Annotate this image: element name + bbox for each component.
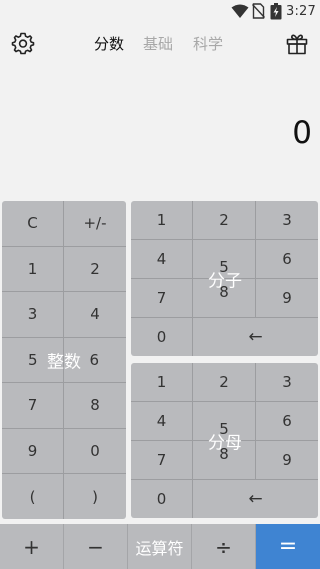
no-sim-icon — [252, 3, 265, 19]
denominator-key-0[interactable]: 0 — [131, 480, 193, 518]
denominator-key-7[interactable]: 7 — [131, 441, 193, 480]
plus-button[interactable]: + — [0, 524, 64, 569]
status-time: 3:27 — [286, 4, 316, 19]
integer-key-0[interactable]: 0 — [64, 429, 126, 474]
operators-label: 运算符 — [128, 524, 192, 569]
tab-fraction[interactable]: 分数 — [94, 34, 124, 54]
battery-charging-icon — [270, 3, 282, 20]
numerator-backspace-button[interactable]: ← — [193, 318, 318, 356]
gift-icon[interactable] — [285, 32, 309, 56]
numerator-key-6[interactable]: 6 — [256, 240, 318, 279]
integer-key-8[interactable]: 8 — [64, 383, 126, 429]
integer-keypad: C +/- 1 2 3 4 5 6 7 8 9 0 ( ) 整数 — [2, 201, 126, 519]
integer-key-7[interactable]: 7 — [2, 383, 64, 429]
toggle-sign-button[interactable]: +/- — [64, 201, 126, 247]
numerator-key-9[interactable]: 9 — [256, 279, 318, 318]
numerator-key-2[interactable]: 2 — [193, 201, 256, 240]
denominator-backspace-button[interactable]: ← — [193, 480, 318, 518]
numerator-pad-label: 分子 — [208, 271, 242, 292]
numerator-key-3[interactable]: 3 — [256, 201, 318, 240]
numerator-key-1[interactable]: 1 — [131, 201, 193, 240]
denominator-key-6[interactable]: 6 — [256, 402, 318, 441]
integer-pad-label: 整数 — [47, 352, 81, 373]
denominator-key-3[interactable]: 3 — [256, 363, 318, 402]
numerator-key-0[interactable]: 0 — [131, 318, 193, 356]
mode-tabs: 分数 基础 科学 — [0, 34, 320, 54]
equals-button[interactable]: = — [256, 524, 320, 569]
numerator-key-4[interactable]: 4 — [131, 240, 193, 279]
operator-bar: + − 运算符 ÷ = — [0, 524, 320, 569]
divide-button[interactable]: ÷ — [192, 524, 256, 569]
denominator-keypad: 1 2 3 4 5 6 7 8 9 0 ← 分母 — [131, 363, 318, 518]
denominator-key-2[interactable]: 2 — [193, 363, 256, 402]
integer-key-9[interactable]: 9 — [2, 428, 64, 474]
integer-key-2[interactable]: 2 — [64, 247, 126, 292]
minus-button[interactable]: − — [64, 524, 128, 569]
wifi-icon — [231, 4, 249, 18]
integer-key-4[interactable]: 4 — [64, 292, 126, 338]
tab-basic[interactable]: 基础 — [143, 34, 173, 54]
result-display: 0 — [292, 115, 312, 151]
denominator-key-1[interactable]: 1 — [131, 363, 193, 402]
open-paren-button[interactable]: ( — [2, 474, 64, 519]
backspace-arrow-icon: ← — [248, 327, 263, 347]
status-bar: 3:27 — [0, 0, 320, 24]
denominator-key-4[interactable]: 4 — [131, 402, 193, 441]
numerator-key-7[interactable]: 7 — [131, 279, 193, 318]
integer-key-1[interactable]: 1 — [2, 246, 64, 292]
numerator-keypad: 1 2 3 4 5 6 7 8 9 0 ← 分子 — [131, 201, 318, 356]
integer-key-3[interactable]: 3 — [2, 292, 64, 338]
denominator-pad-label: 分母 — [208, 433, 242, 454]
clear-button[interactable]: C — [2, 201, 64, 247]
close-paren-button[interactable]: ) — [64, 474, 126, 519]
tab-scientific[interactable]: 科学 — [193, 34, 223, 54]
denominator-key-9[interactable]: 9 — [256, 441, 318, 480]
backspace-arrow-icon: ← — [248, 489, 263, 509]
